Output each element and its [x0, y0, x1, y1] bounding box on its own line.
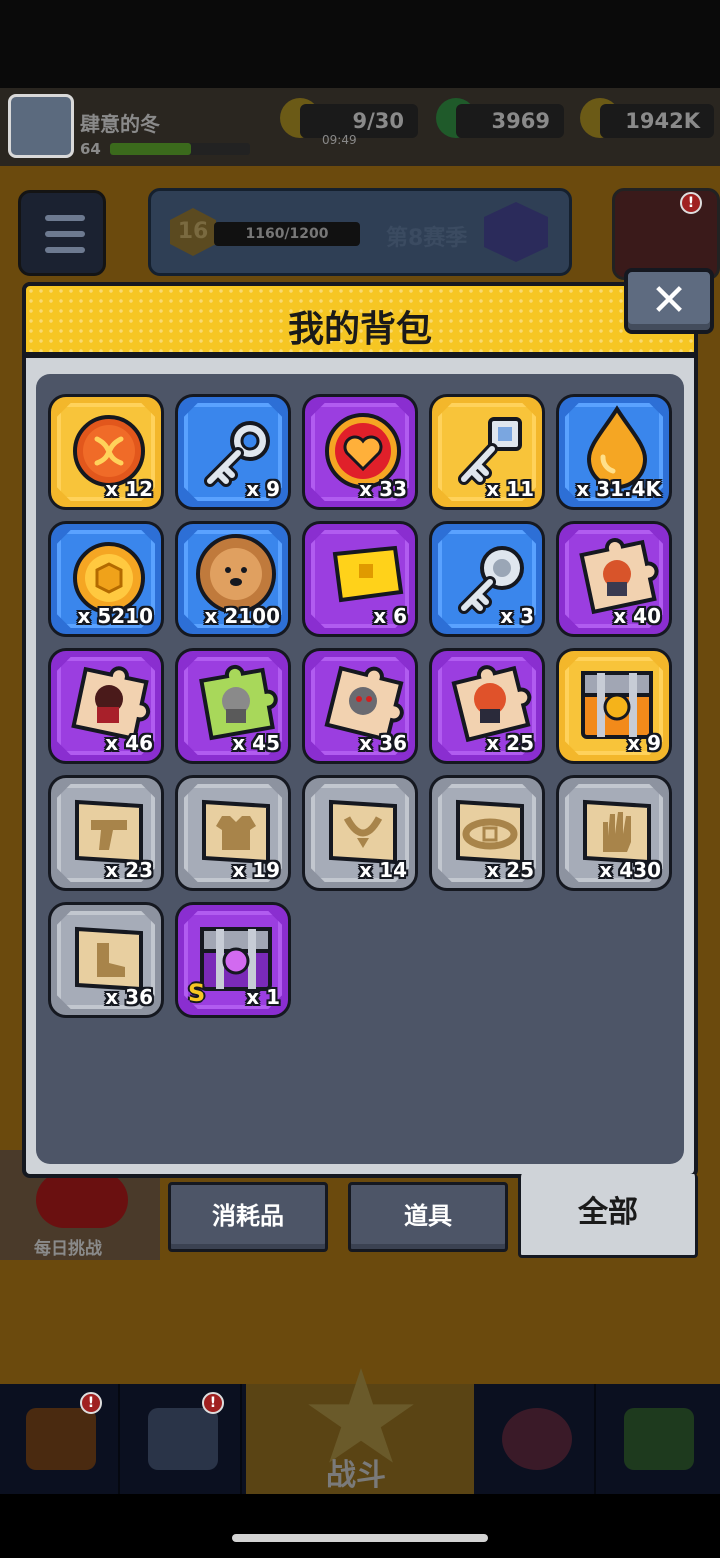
item-quantity: x 46 — [105, 731, 153, 755]
item-quantity: x 430 — [599, 858, 661, 882]
inventory-slot-hero-puzzle-4[interactable]: x 36 — [302, 648, 418, 764]
item-quantity: x 36 — [359, 731, 407, 755]
item-quantity: x 12 — [105, 477, 153, 501]
inventory-slot-gold-coin[interactable]: x 5210 — [48, 521, 164, 637]
item-quantity: x 5210 — [77, 604, 153, 628]
item-quantity: x 25 — [486, 858, 534, 882]
player-level: 64 — [80, 140, 101, 158]
inventory-slot-cat-key[interactable]: x 3 — [429, 521, 545, 637]
shop-notification-icon: ! — [80, 1392, 102, 1414]
inventory-slot-hero-puzzle-5[interactable]: x 25 — [429, 648, 545, 764]
inventory-slot-hero-puzzle-3[interactable]: x 45 — [175, 648, 291, 764]
inventory-slot-necklace-blueprint[interactable]: x 14 — [302, 775, 418, 891]
close-button[interactable]: ✕ — [624, 268, 714, 334]
item-quantity: x 6 — [373, 604, 407, 628]
home-indicator[interactable] — [232, 1534, 488, 1542]
inventory-slot-silver-key[interactable]: x 9 — [175, 394, 291, 510]
item-quantity: x 25 — [486, 731, 534, 755]
inventory-slot-hero-puzzle-1[interactable]: x 40 — [556, 521, 672, 637]
inventory-slot-hero-puzzle-2[interactable]: x 46 — [48, 648, 164, 764]
status-bar-area — [0, 0, 720, 88]
modal-title: 我的背包 — [287, 309, 432, 350]
player-avatar[interactable] — [8, 94, 74, 158]
nav-fight-label: 战斗 — [326, 1458, 386, 1493]
inventory-slot-glove-blueprint[interactable]: x 430 — [556, 775, 672, 891]
boss-event-button[interactable] — [612, 188, 720, 280]
item-quantity: x 45 — [232, 731, 280, 755]
inventory-slot-armor-blueprint[interactable]: x 19 — [175, 775, 291, 891]
inventory-slot-heart-token[interactable]: x 33 — [302, 394, 418, 510]
inventory-slot-gun-blueprint[interactable]: x 23 — [48, 775, 164, 891]
season-title: 第8赛季 — [386, 226, 468, 251]
gem-counter: 3969 — [456, 104, 564, 138]
item-quantity: x 9 — [627, 731, 661, 755]
armor-icon — [148, 1408, 218, 1470]
player-xp-bar — [110, 143, 250, 155]
rarity-badge: S — [188, 979, 206, 1007]
menu-button[interactable] — [18, 190, 106, 276]
boxing-glove-icon — [36, 1172, 128, 1228]
player-name: 肆意的冬 — [80, 112, 160, 136]
item-quantity: x 11 — [486, 477, 534, 501]
energy-timer: 09:49 — [322, 133, 357, 147]
talent-ball-icon — [502, 1408, 572, 1470]
item-quantity: x 40 — [613, 604, 661, 628]
inventory-slot-dna-orb[interactable]: x 12 — [48, 394, 164, 510]
inventory-slot-gold-drop[interactable]: x 31.4K — [556, 394, 672, 510]
inventory-slot-gold-ticket[interactable]: x 6 — [302, 521, 418, 637]
notification-dot-icon: ! — [680, 192, 702, 214]
purple-chest-icon — [200, 927, 272, 991]
tab-consumables[interactable]: 消耗品 — [168, 1182, 328, 1252]
item-quantity: x 31.4K — [576, 477, 661, 501]
inventory-slot-boots-blueprint[interactable]: x 36 — [48, 902, 164, 1018]
item-quantity: x 9 — [246, 477, 280, 501]
item-quantity: x 1 — [246, 985, 280, 1009]
item-quantity: x 33 — [359, 477, 407, 501]
energy-counter: 9/30 — [300, 104, 418, 138]
equipment-notification-icon: ! — [202, 1392, 224, 1414]
home-area — [0, 1494, 720, 1558]
inventory-slot-purple-chest-s[interactable]: S x 1 — [175, 902, 291, 1018]
coin-counter: 1942K — [600, 104, 714, 138]
item-quantity: x 19 — [232, 858, 280, 882]
dna-scroll-icon — [624, 1408, 694, 1470]
tab-all[interactable]: 全部 — [518, 1174, 698, 1258]
season-progress: 1160/1200 — [214, 222, 360, 246]
item-quantity: x 36 — [105, 985, 153, 1009]
daily-challenge-label: 每日挑战 — [34, 1239, 102, 1259]
inventory-slot-dog-cookie[interactable]: x 2100 — [175, 521, 291, 637]
inventory-slot-gold-key[interactable]: x 11 — [429, 394, 545, 510]
inventory-slot-belt-blueprint[interactable]: x 25 — [429, 775, 545, 891]
item-quantity: x 3 — [500, 604, 534, 628]
close-icon: ✕ — [650, 275, 688, 326]
item-quantity: x 2100 — [204, 604, 280, 628]
shop-icon — [26, 1408, 96, 1470]
item-quantity: x 14 — [359, 858, 407, 882]
item-quantity: x 23 — [105, 858, 153, 882]
inventory-slot-orange-chest[interactable]: x 9 — [556, 648, 672, 764]
tab-props[interactable]: 道具 — [348, 1182, 508, 1252]
